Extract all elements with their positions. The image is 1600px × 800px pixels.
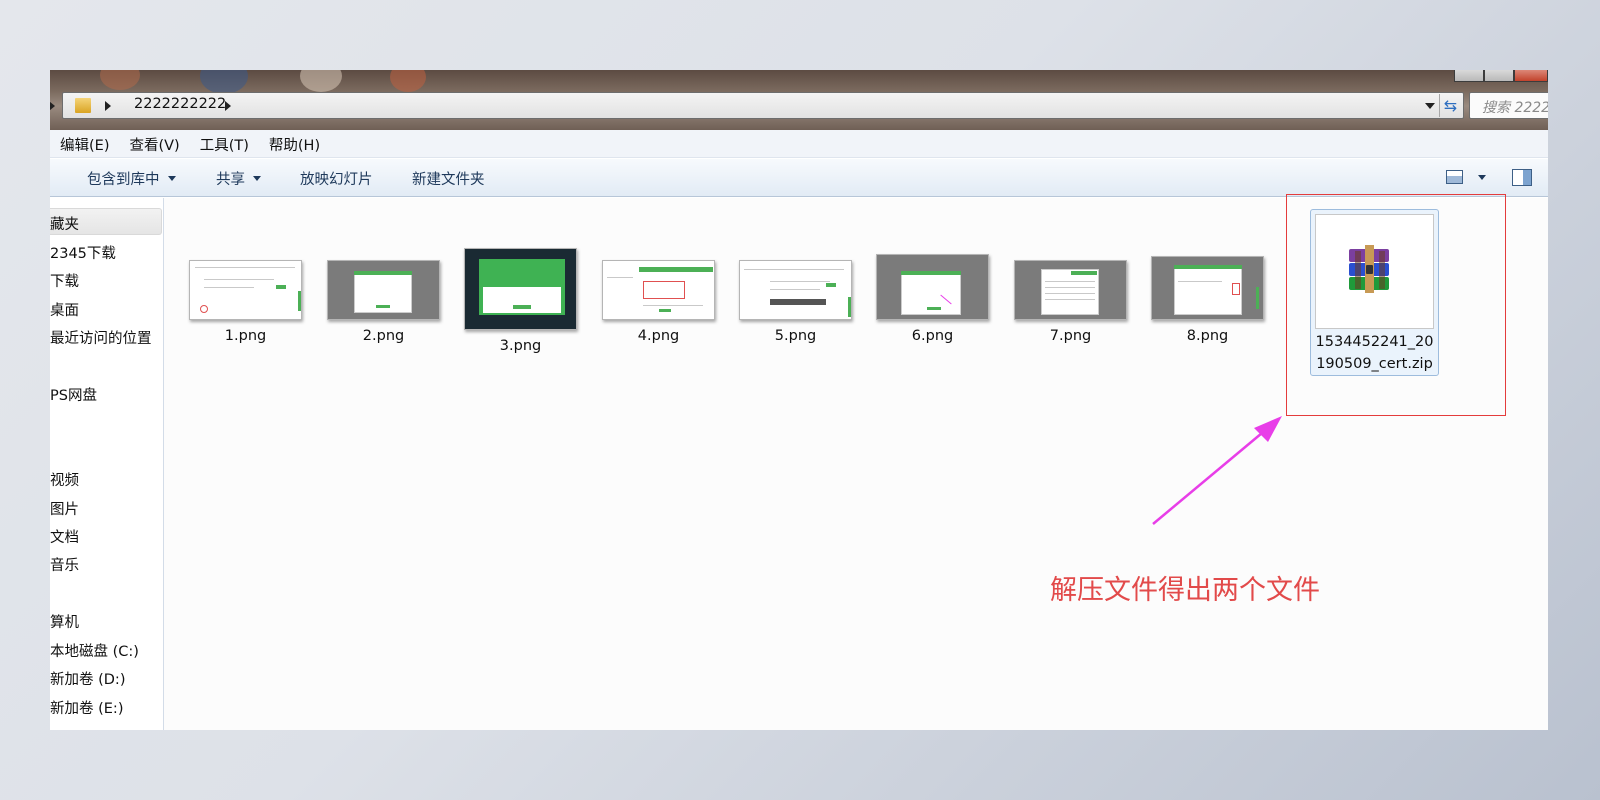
menu-edit[interactable]: 编辑(E) (60, 130, 109, 157)
close-button[interactable] (1514, 70, 1548, 82)
new-folder-button[interactable]: 新建文件夹 (412, 168, 485, 189)
file-name: 6.png (911, 328, 954, 344)
nav-item-drive-d[interactable]: 新加卷 (D:) (50, 668, 125, 689)
file-name: 2.png (362, 328, 405, 344)
file-item[interactable]: 2.png (327, 260, 442, 350)
file-item[interactable]: 8.png (1151, 256, 1266, 350)
nav-item-recent-places[interactable]: 最近访问的位置 (50, 327, 152, 348)
image-thumbnail (327, 260, 440, 320)
preview-pane-icon[interactable] (1512, 169, 1532, 186)
nav-item-drive-c[interactable]: 本地磁盘 (C:) (50, 640, 139, 661)
maximize-button[interactable] (1484, 70, 1514, 82)
nav-item-2345-downloads[interactable]: 2345下载 (50, 242, 116, 263)
file-name: 4.png (637, 328, 680, 344)
file-item[interactable]: 1.png (189, 260, 304, 350)
chevron-down-icon[interactable] (1478, 175, 1486, 180)
file-name: 3.png (499, 338, 542, 354)
breadcrumb-arrow-icon[interactable] (105, 101, 111, 111)
nav-item-computer[interactable]: 算机 (50, 611, 79, 632)
file-name: 5.png (774, 328, 817, 344)
nav-item-music[interactable]: 音乐 (50, 554, 79, 575)
address-bar[interactable]: 2222222222 ⇆ (50, 92, 1464, 119)
file-name: 7.png (1049, 328, 1092, 344)
title-bar: 2222222222 ⇆ 搜索 2222 (50, 70, 1548, 130)
slideshow-button[interactable]: 放映幻灯片 (300, 168, 373, 189)
image-thumbnail (189, 260, 302, 320)
change-view-icon[interactable] (1446, 170, 1463, 184)
share-button[interactable]: 共享 (216, 168, 261, 189)
include-in-library-button[interactable]: 包含到库中 (87, 168, 176, 189)
image-thumbnail (1151, 256, 1264, 320)
nav-item-documents[interactable]: 文档 (50, 526, 79, 547)
nav-item-pictures[interactable]: 图片 (50, 498, 79, 519)
image-thumbnail (464, 248, 577, 330)
nav-item-wps-cloud[interactable]: PS网盘 (50, 384, 97, 405)
file-item[interactable]: 3.png (464, 248, 579, 354)
address-history-dropdown-icon[interactable] (1425, 103, 1435, 109)
file-name: 1.png (224, 328, 267, 344)
image-thumbnail (739, 260, 852, 320)
nav-item-drive-e[interactable]: 新加卷 (E:) (50, 697, 123, 718)
file-item[interactable]: 5.png (739, 260, 854, 350)
breadcrumb-current-folder[interactable]: 2222222222 (134, 96, 226, 112)
refresh-icon[interactable]: ⇆ (1439, 94, 1461, 117)
nav-item-videos[interactable]: 视频 (50, 469, 79, 490)
window-caption-buttons (1454, 70, 1548, 82)
file-item[interactable]: 4.png (602, 260, 717, 350)
folder-icon (75, 98, 91, 113)
search-input[interactable]: 搜索 2222 (1469, 92, 1548, 119)
file-name: 8.png (1186, 328, 1229, 344)
command-bar: 包含到库中 共享 放映幻灯片 新建文件夹 (50, 159, 1548, 197)
minimize-button[interactable] (1454, 70, 1484, 82)
menu-help[interactable]: 帮助(H) (269, 130, 320, 157)
image-thumbnail (876, 254, 989, 320)
menu-tools[interactable]: 工具(T) (200, 130, 249, 157)
nav-item-downloads[interactable]: 下载 (50, 270, 79, 291)
image-thumbnail (602, 260, 715, 320)
nav-item-desktop[interactable]: 桌面 (50, 299, 79, 320)
breadcrumb-arrow-icon[interactable] (225, 101, 231, 111)
file-item[interactable]: 6.png (876, 254, 991, 350)
file-item[interactable]: 7.png (1014, 260, 1129, 350)
highlight-box (1286, 194, 1506, 416)
menu-view[interactable]: 查看(V) (129, 130, 179, 157)
menu-bar: 编辑(E) 查看(V) 工具(T) 帮助(H) (50, 130, 1548, 158)
nav-favorites[interactable]: 藏夹 (50, 208, 162, 235)
chevron-down-icon (167, 176, 176, 181)
image-thumbnail (1014, 260, 1127, 320)
navigation-pane: 藏夹 2345下载 下载 桌面 最近访问的位置 PS网盘 视频 图片 文档 音乐… (50, 198, 164, 730)
annotation-text: 解压文件得出两个文件 (1050, 575, 1320, 606)
chevron-down-icon (253, 176, 261, 181)
